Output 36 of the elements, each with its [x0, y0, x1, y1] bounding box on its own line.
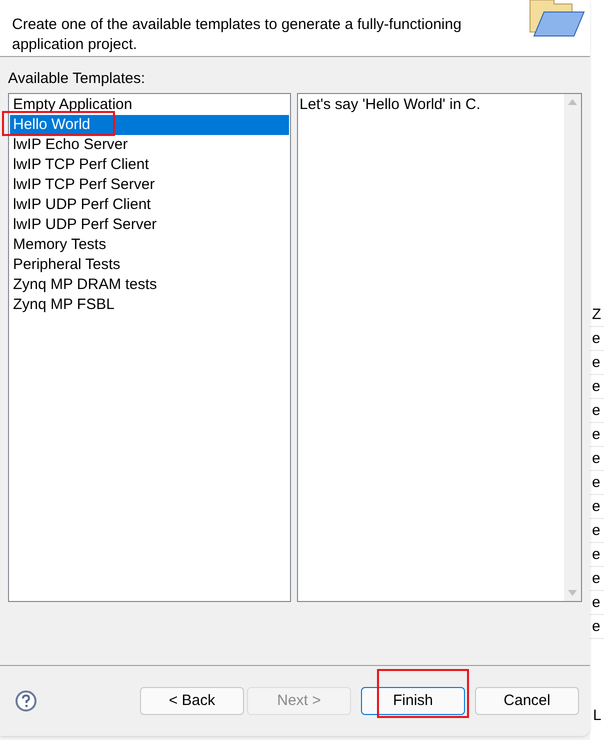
background-row-text: e: [590, 495, 604, 519]
background-row-text: e: [590, 519, 604, 543]
background-row-text: e: [590, 447, 604, 471]
background-row-text: e: [590, 471, 604, 495]
template-item[interactable]: lwIP TCP Perf Server: [10, 175, 289, 195]
background-row-text: e: [590, 615, 604, 639]
template-item[interactable]: Zynq MP DRAM tests: [10, 275, 289, 295]
background-row-text: e: [590, 375, 604, 399]
template-item[interactable]: Hello World: [10, 115, 289, 135]
background-row-text: e: [590, 399, 604, 423]
scroll-down-icon[interactable]: [568, 590, 577, 596]
template-item[interactable]: lwIP Echo Server: [10, 135, 289, 155]
template-item[interactable]: lwIP TCP Perf Client: [10, 155, 289, 175]
template-item[interactable]: lwIP UDP Perf Server: [10, 215, 289, 235]
template-item[interactable]: Memory Tests: [10, 235, 289, 255]
background-footer-text: L: [592, 707, 602, 725]
background-row-text: e: [590, 543, 604, 567]
templates-label: Available Templates:: [7, 69, 146, 89]
template-item[interactable]: Zynq MP FSBL: [10, 295, 289, 315]
scroll-up-icon[interactable]: [568, 99, 577, 105]
scrollbar[interactable]: [564, 94, 581, 601]
template-description: Let's say 'Hello World' in C.: [298, 95, 482, 114]
dialog-button[interactable]: Cancel: [475, 687, 579, 715]
template-item[interactable]: Empty Application: [10, 95, 289, 115]
header-description: Create one of the available templates to generate a fully-functioning application project.: [11, 15, 462, 55]
dialog-button[interactable]: Finish: [361, 687, 465, 715]
background-row-text: e: [590, 351, 604, 375]
help-icon[interactable]: [15, 690, 37, 712]
background-row-text: e: [590, 567, 604, 591]
template-item[interactable]: Peripheral Tests: [10, 255, 289, 275]
background-row-text: Z: [590, 303, 604, 327]
background-row-text: e: [590, 327, 604, 351]
template-item[interactable]: lwIP UDP Perf Client: [10, 195, 289, 215]
background-row-text: e: [590, 423, 604, 447]
dialog-button[interactable]: < Back: [140, 687, 244, 715]
background-row-text: e: [590, 591, 604, 615]
